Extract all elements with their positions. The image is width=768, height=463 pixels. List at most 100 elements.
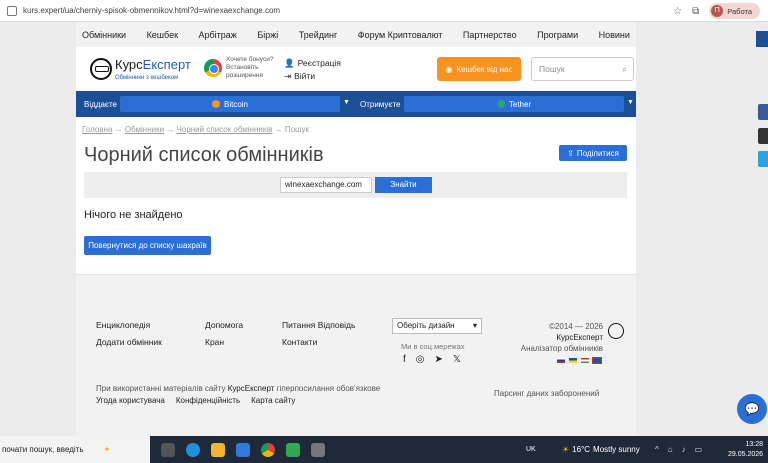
nav-item-partnership[interactable]: Партнерство — [463, 30, 517, 40]
file-explorer-icon[interactable] — [211, 442, 225, 457]
task-view-icon[interactable] — [161, 442, 175, 457]
browser-actions: ☆ ⧉ П Работа — [673, 3, 760, 19]
cashback-button[interactable]: ◉ Кешбек від нас — [437, 57, 521, 81]
get-currency-select[interactable]: Tether — [404, 96, 624, 112]
clock[interactable]: 13:28 29.05.2026 — [728, 440, 763, 460]
search-icon[interactable]: ⌕ — [622, 64, 627, 75]
breadcrumb-blacklist[interactable]: Чорний список обмінників — [177, 125, 273, 134]
instagram-icon[interactable]: ◎ — [416, 354, 425, 365]
top-navigation: Обмінники Кешбек Арбітраж Біржі Трейдинг… — [76, 22, 636, 47]
telegram-icon[interactable]: ➤ — [435, 354, 443, 365]
nav-item-cashback[interactable]: Кешбек — [147, 30, 178, 40]
app-green-icon[interactable] — [286, 442, 300, 457]
extensions-icon[interactable]: ⧉ — [692, 6, 699, 17]
share-icon: ⇪ — [567, 148, 574, 158]
site-header: КурсЕксперт Обмінники з кешбеком Хочете … — [76, 47, 636, 91]
bitcoin-icon — [211, 100, 220, 108]
breadcrumb-exchangers[interactable]: Обмінники — [125, 125, 164, 134]
chrome-icon — [204, 59, 222, 77]
side-facebook-icon[interactable] — [758, 104, 768, 120]
browser-address-bar: kurs.expert/ua/cherniy-spisok-obmennikov… — [0, 0, 768, 22]
chrome-taskbar-icon[interactable] — [261, 442, 275, 457]
nav-item-exchanges[interactable]: Біржі — [257, 30, 278, 40]
footer-link-faq[interactable]: Питання Відповідь — [282, 320, 355, 330]
tether-icon — [496, 100, 505, 108]
bookmark-star-icon[interactable]: ☆ — [673, 6, 682, 17]
battery-icon[interactable]: ▭ — [695, 445, 703, 454]
chat-icon[interactable]: 💬 — [737, 394, 767, 424]
footer-link-add-exchanger[interactable]: Додати обмінник — [96, 337, 162, 347]
site-search-input[interactable]: Пошук ⌕ — [531, 57, 634, 81]
nav-item-programs[interactable]: Програми — [537, 30, 578, 40]
weather-widget[interactable]: ☀ 16°C Mostly sunny — [562, 445, 640, 454]
settings-gear-icon[interactable] — [311, 442, 325, 457]
coin-icon: ◉ — [445, 64, 453, 74]
footer-link-privacy[interactable]: Конфіденційність — [176, 396, 240, 405]
url-text[interactable]: kurs.expert/ua/cherniy-spisok-obmennikov… — [23, 6, 280, 15]
social-label: Ми в соц.мережах — [401, 342, 465, 351]
user-plus-icon: 👤 — [284, 58, 295, 68]
profile-button[interactable]: П Работа — [709, 3, 760, 19]
copilot-sparkle-icon: ✦ — [103, 445, 111, 454]
share-button[interactable]: ⇪ Поділитися — [559, 145, 627, 161]
page-viewport: Обмінники Кешбек Арбітраж Біржі Трейдинг… — [0, 22, 768, 436]
logo-text-block: КурсЕксперт Обмінники з кешбеком — [115, 56, 191, 81]
x-twitter-icon[interactable]: 𝕏 — [453, 354, 461, 365]
footer-link-help[interactable]: Допомога — [205, 320, 243, 330]
flag-ru-icon[interactable] — [557, 358, 565, 363]
breadcrumb-current: Пошук — [284, 125, 309, 134]
footer-link-sitemap[interactable]: Карта сайту — [251, 396, 295, 405]
network-icon[interactable]: ⌂ — [668, 445, 673, 454]
blacklist-search-input[interactable]: winexaexchange.com — [280, 177, 372, 193]
nav-item-trading[interactable]: Трейдинг — [299, 30, 338, 40]
footer-link-terms[interactable]: Угода користувача — [96, 396, 165, 405]
register-link[interactable]: 👤 Реєстрація — [284, 57, 341, 70]
auth-links: 👤 Реєстрація ⇥ Війти — [284, 57, 341, 83]
site-container: Обмінники Кешбек Арбітраж Біржі Трейдинг… — [76, 22, 636, 436]
flag-ua-icon[interactable] — [569, 358, 577, 363]
footer-link-contacts[interactable]: Контакти — [282, 337, 317, 347]
page-title: Чорний список обмінників — [84, 144, 324, 166]
side-telegram-icon[interactable] — [758, 151, 768, 167]
site-logo[interactable]: КурсЕксперт Обмінники з кешбеком — [90, 56, 191, 81]
nav-item-news[interactable]: Новини — [599, 30, 630, 40]
flag-gb-icon[interactable] — [592, 357, 602, 364]
side-brand-icon[interactable] — [756, 31, 768, 47]
breadcrumb-home[interactable]: Головна — [82, 125, 112, 134]
design-select[interactable]: Оберіть дизайн — [392, 318, 482, 334]
footer-link-encyclopedia[interactable]: Енциклопедія — [96, 320, 150, 330]
side-x-icon[interactable] — [758, 128, 768, 144]
sun-icon: ☀ — [562, 445, 570, 454]
nav-item-forum[interactable]: Форум Криптовалют — [358, 30, 443, 40]
find-button[interactable]: Знайти — [375, 177, 432, 193]
back-to-scammers-button[interactable]: Повернутися до списку шахраїв — [84, 236, 211, 255]
tray-chevron-icon[interactable]: ^ — [655, 445, 659, 454]
legal-links: Угода користувача Конфіденційність Карта… — [96, 396, 295, 405]
no-results-message: Нічого не знайдено — [84, 209, 183, 221]
edge-icon[interactable] — [186, 442, 200, 457]
logo-text: КурсЕксперт — [115, 57, 191, 72]
give-currency-select[interactable]: Bitcoin — [120, 96, 340, 112]
chrome-extension-promo[interactable]: Хочете бонуси? Встановіть розширення — [204, 56, 273, 80]
language-indicator[interactable]: UK — [526, 446, 536, 453]
footer-glasses-logo-icon — [608, 323, 624, 339]
system-tray: ^ ⌂ ♪ ▭ — [655, 445, 702, 454]
facebook-icon[interactable]: f — [403, 354, 406, 365]
nav-item-arbitrage[interactable]: Арбітраж — [199, 30, 237, 40]
glasses-logo-icon — [90, 57, 112, 80]
blacklist-search-panel: winexaexchange.com Знайти — [84, 172, 627, 198]
logo-subtitle: Обмінники з кешбеком — [115, 75, 179, 81]
mail-icon[interactable] — [236, 442, 250, 457]
flag-kz-icon[interactable] — [581, 358, 589, 363]
nav-item-exchangers[interactable]: Обмінники — [82, 30, 126, 40]
login-link[interactable]: ⇥ Війти — [284, 70, 341, 83]
taskbar-search[interactable]: почати пошук, введіть ✦ — [0, 436, 150, 463]
footer-link-faucet[interactable]: Кран — [205, 337, 224, 347]
site-footer: Енциклопедія Додати обмінник Допомога Кр… — [76, 274, 636, 436]
profile-avatar: П — [711, 5, 724, 17]
volume-icon[interactable]: ♪ — [682, 445, 686, 454]
social-links: f ◎ ➤ 𝕏 — [403, 354, 461, 365]
site-info-icon[interactable] — [7, 5, 17, 16]
give-dropdown-arrow-icon[interactable]: ▼ — [343, 99, 350, 106]
get-dropdown-arrow-icon[interactable]: ▼ — [627, 99, 634, 106]
